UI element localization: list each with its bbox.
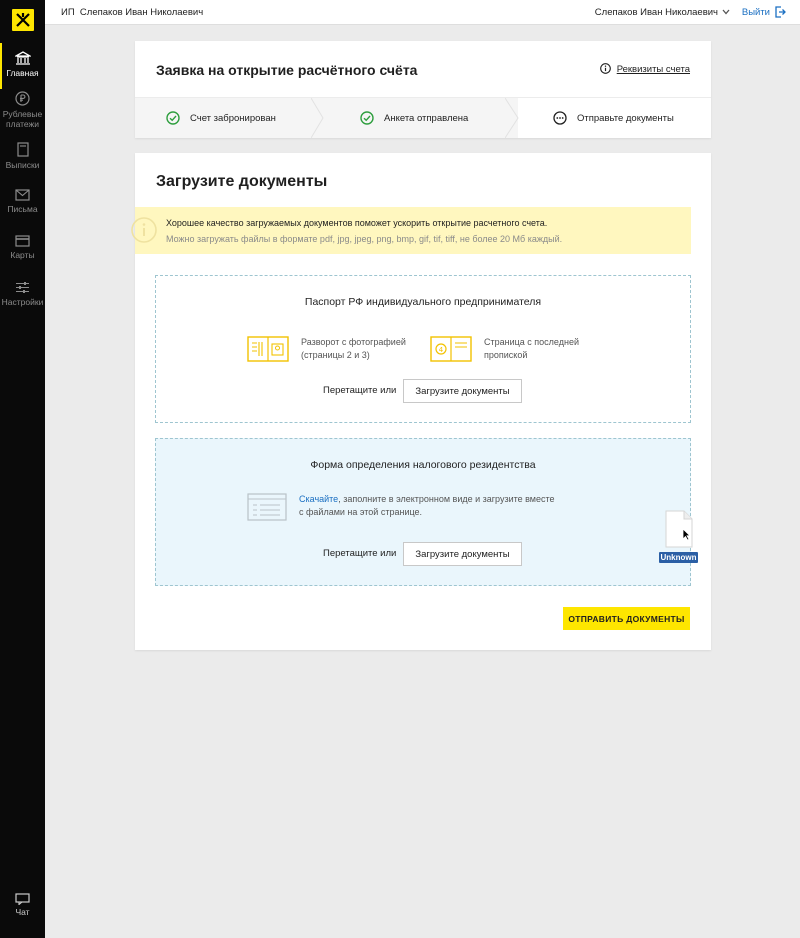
sidebar-item-main[interactable]: Главная [0,43,45,89]
tax-form-text: , заполните в электронном виде и загрузи… [338,494,555,504]
passport-spread-icon [247,336,289,362]
tax-form-item: Скачайте, заполните в электронном виде и… [247,493,555,521]
chevron-down-icon[interactable] [722,9,730,15]
raiffeisen-logo-icon [11,9,34,31]
sidebar-item-label: Письма [7,204,38,214]
page-title: Заявка на открытие расчётного счёта [156,62,418,78]
info-icon [600,63,611,74]
step-account-reserved: Счет забронирован [166,98,276,138]
chat-button[interactable]: Чат [0,893,45,917]
check-circle-icon [360,111,374,125]
top-bar: ИП Слепаков Иван Николаевич Слепаков Ива… [45,0,800,25]
dropzone-title: Форма определения налогового резидентств… [310,459,536,471]
drag-hint: Перетащите или [323,385,397,396]
info-icon [131,217,157,243]
card-icon [15,235,30,247]
bank-icon [14,51,31,65]
sidebar-item-label: Настройки [1,297,44,307]
step-separator [311,98,324,138]
check-circle-icon [166,111,180,125]
step-send-documents: Отправьте документы [553,98,674,138]
sidebar-item-letters[interactable]: Письма [0,189,45,214]
step-separator [505,98,519,138]
tax-form-text-line2: с файлами на этой странице. [299,507,423,517]
passport-dropzone[interactable]: Паспорт РФ индивидуального предпринимате… [155,275,691,423]
ellipsis-circle-icon [553,111,567,125]
progress-steps: Счет забронирован Анкета отправлена Отпр… [135,97,711,138]
info-banner: Хорошее качество загружаемых документов … [131,207,691,254]
form-document-icon [247,493,287,521]
mouse-cursor-icon [682,528,691,541]
dropzone-title: Паспорт РФ индивидуального предпринимате… [304,296,542,308]
chat-icon [15,893,30,906]
upload-tax-form-button[interactable]: Загрузите документы [403,542,522,566]
envelope-icon [15,189,30,201]
ruble-icon [15,91,30,106]
sidebar-item-label: Главная [6,68,39,78]
sidebar-item-label: Рублевые платежи [2,109,43,129]
step-label: Счет забронирован [190,112,276,124]
tax-residency-dropzone[interactable]: Форма определения налогового резидентств… [155,438,691,586]
passport-spread-item: Разворот с фотографией (страницы 2 и 3) [247,336,406,362]
doc-label-line1: Разворот с фотографией [301,337,406,347]
upload-passport-button[interactable]: Загрузите документы [403,379,522,403]
doc-label-line1: Страница с последней [484,337,579,347]
doc-label-line2: пропиской [484,350,528,360]
download-form-link[interactable]: Скачайте [299,494,338,504]
chat-label: Чат [15,907,30,917]
sidebar-item-settings[interactable]: Настройки [0,281,45,307]
account-requisites-link[interactable]: Реквизиты счета [617,64,690,75]
sidebar-item-label: Карты [10,250,35,260]
sidebar-item-cards[interactable]: Карты [0,235,45,260]
doc-label-line2: (страницы 2 и 3) [301,350,370,360]
drag-hint: Перетащите или [323,548,397,559]
bank-logo[interactable] [0,0,45,40]
step-label: Отправьте документы [577,112,674,124]
info-text-quality: Хорошее качество загружаемых документов … [166,218,548,228]
sidebar-item-label: Выписки [5,160,40,170]
upload-documents-card: Загрузите документы Хорошее качество заг… [131,153,711,650]
dragged-file-label: Unknown [659,552,698,563]
application-card: Заявка на открытие расчётного счёта Рекв… [135,41,711,138]
submit-documents-button[interactable]: ОТПРАВИТЬ ДОКУМЕНТЫ [563,607,690,630]
logout-link[interactable]: Выйти [742,7,770,18]
logout-icon[interactable] [774,6,786,18]
user-menu[interactable]: Слепаков Иван Николаевич [595,7,718,18]
passport-registration-icon: 4 [430,336,472,362]
info-text-formats: Можно загружать файлы в формате pdf, jpg… [166,234,563,244]
settings-icon [16,282,29,293]
passport-registration-item: 4 Страница с последней пропиской [430,336,579,362]
step-label: Анкета отправлена [384,112,469,124]
organization-name: ИП Слепаков Иван Николаевич [61,7,204,18]
sidebar-item-statements[interactable]: Выписки [0,142,45,170]
sidebar: Главная Рублевые платежи Выписки Письма … [0,0,45,938]
step-form-sent: Анкета отправлена [360,98,468,138]
sidebar-item-payments[interactable]: Рублевые платежи [0,91,45,129]
statement-icon [16,142,29,157]
svg-text:4: 4 [439,346,444,354]
section-title: Загрузите документы [156,173,328,190]
